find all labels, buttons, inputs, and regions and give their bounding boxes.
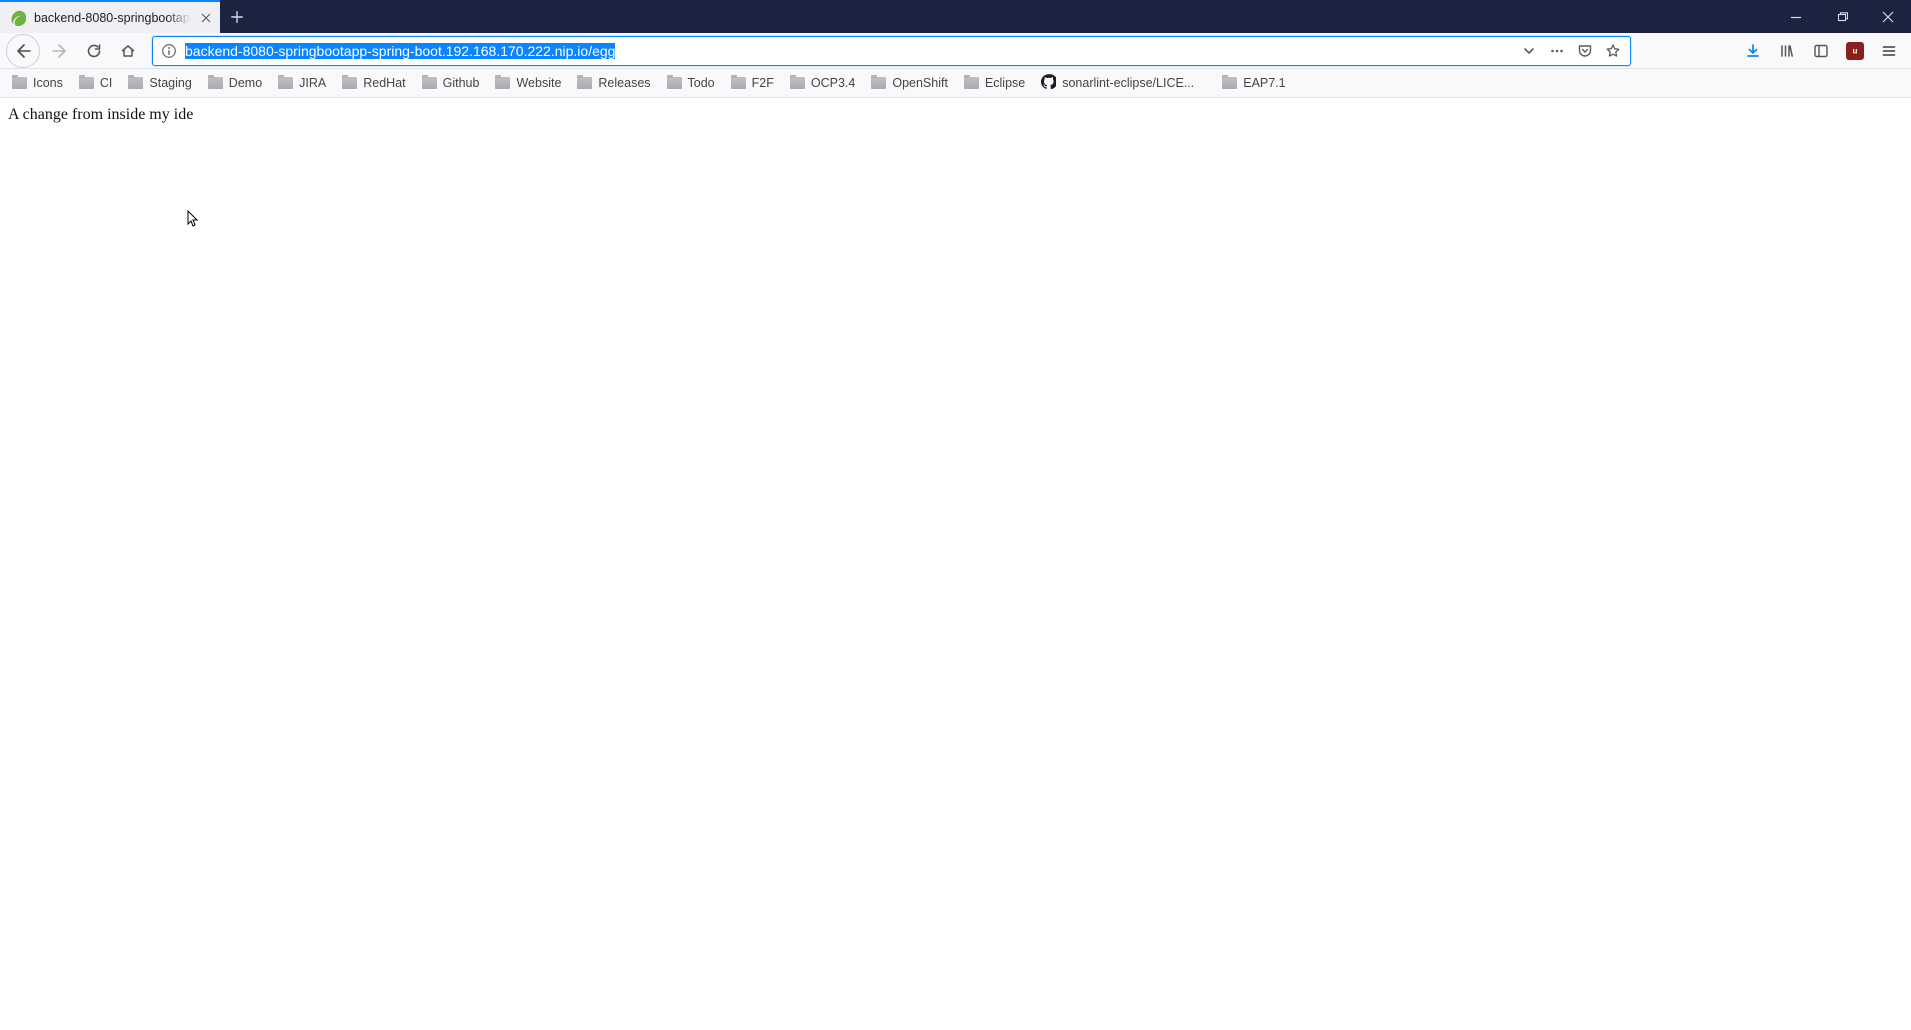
ublock-badge-icon: u xyxy=(1846,42,1864,60)
folder-icon xyxy=(1222,77,1237,89)
folder-icon xyxy=(871,77,886,89)
bookmark-item[interactable]: CI xyxy=(73,73,119,93)
bookmark-label: Demo xyxy=(229,76,262,90)
bookmark-label: OpenShift xyxy=(892,76,948,90)
window-minimize-button[interactable] xyxy=(1773,0,1819,33)
folder-icon xyxy=(577,77,592,89)
toolbar-right: u xyxy=(1737,36,1905,66)
folder-icon xyxy=(790,77,805,89)
bookmark-label: Releases xyxy=(598,76,650,90)
pocket-icon[interactable] xyxy=(1572,39,1598,63)
bookmark-item[interactable]: sonarlint-eclipse/LICE... xyxy=(1035,71,1200,95)
sidebar-button[interactable] xyxy=(1805,36,1837,66)
url-text[interactable]: backend-8080-springbootapp-spring-boot.1… xyxy=(185,43,1516,59)
back-button[interactable] xyxy=(6,34,40,68)
bookmark-label: Eclipse xyxy=(985,76,1025,90)
reload-button[interactable] xyxy=(78,36,110,66)
window-restore-button[interactable] xyxy=(1819,0,1865,33)
titlebar-drag-region[interactable] xyxy=(254,0,1773,33)
folder-icon xyxy=(422,77,437,89)
window-controls xyxy=(1773,0,1911,33)
bookmark-item[interactable]: EAP7.1 xyxy=(1216,73,1291,93)
folder-icon xyxy=(128,77,143,89)
folder-icon xyxy=(278,77,293,89)
ublock-button[interactable]: u xyxy=(1839,36,1871,66)
bookmark-label: F2F xyxy=(752,76,774,90)
home-button[interactable] xyxy=(112,36,144,66)
bookmark-item[interactable]: Eclipse xyxy=(958,73,1031,93)
bookmark-label: JIRA xyxy=(299,76,326,90)
folder-icon xyxy=(79,77,94,89)
titlebar: backend-8080-springbootapp- xyxy=(0,0,1911,33)
page-body-text: A change from inside my ide xyxy=(8,106,193,123)
bookmark-item[interactable]: Staging xyxy=(122,73,197,93)
browser-tab-active[interactable]: backend-8080-springbootapp- xyxy=(0,0,220,33)
bookmark-star-icon[interactable] xyxy=(1600,39,1626,63)
folder-icon xyxy=(495,77,510,89)
github-icon xyxy=(1041,74,1056,92)
url-selected-text: backend-8080-springbootapp-spring-boot.1… xyxy=(185,43,615,59)
folder-icon xyxy=(731,77,746,89)
app-menu-button[interactable] xyxy=(1873,36,1905,66)
urlbar-container: backend-8080-springbootapp-spring-boot.1… xyxy=(152,36,1631,66)
bookmark-label: sonarlint-eclipse/LICE... xyxy=(1062,76,1194,90)
url-bar[interactable]: backend-8080-springbootapp-spring-boot.1… xyxy=(152,36,1631,66)
folder-icon xyxy=(12,77,27,89)
bookmark-label: Staging xyxy=(149,76,191,90)
library-button[interactable] xyxy=(1771,36,1803,66)
svg-text:u: u xyxy=(1853,46,1858,55)
bookmark-label: EAP7.1 xyxy=(1243,76,1285,90)
folder-icon xyxy=(208,77,223,89)
tab-title: backend-8080-springbootapp- xyxy=(34,11,191,25)
downloads-button[interactable] xyxy=(1737,36,1769,66)
tab-close-button[interactable] xyxy=(199,10,214,26)
bookmark-label: Website xyxy=(516,76,561,90)
bookmarks-toolbar: Icons CI Staging Demo JIRA RedHat Github Websit… xyxy=(0,69,1911,98)
bookmark-item[interactable]: JIRA xyxy=(272,73,332,93)
bookmark-item[interactable]: Demo xyxy=(202,73,268,93)
folder-icon xyxy=(342,77,357,89)
spring-leaf-favicon xyxy=(10,10,26,26)
page-actions-icon[interactable] xyxy=(1544,39,1570,63)
forward-button[interactable] xyxy=(44,36,76,66)
site-info-icon[interactable] xyxy=(161,43,177,59)
bookmark-item[interactable]: Github xyxy=(416,73,486,93)
bookmark-label: OCP3.4 xyxy=(811,76,855,90)
urlbar-actions xyxy=(1516,39,1626,63)
folder-icon xyxy=(667,77,682,89)
page-content: A change from inside my ide xyxy=(0,98,1911,132)
window-close-button[interactable] xyxy=(1865,0,1911,33)
bookmark-item[interactable]: OCP3.4 xyxy=(784,73,861,93)
bookmark-item[interactable]: Todo xyxy=(661,73,721,93)
bookmark-label: Github xyxy=(443,76,480,90)
mouse-cursor-icon xyxy=(187,210,199,228)
bookmark-item[interactable]: Website xyxy=(489,73,567,93)
bookmark-item[interactable]: OpenShift xyxy=(865,73,954,93)
bookmark-label: RedHat xyxy=(363,76,405,90)
folder-icon xyxy=(964,77,979,89)
autocomplete-dropdown-icon[interactable] xyxy=(1516,39,1542,63)
bookmark-label: CI xyxy=(100,76,113,90)
nav-toolbar: backend-8080-springbootapp-spring-boot.1… xyxy=(0,33,1911,69)
bookmark-item[interactable]: RedHat xyxy=(336,73,411,93)
bookmark-item[interactable]: F2F xyxy=(725,73,780,93)
bookmark-item[interactable]: Releases xyxy=(571,73,656,93)
bookmark-item[interactable]: Icons xyxy=(6,73,69,93)
bookmark-label: Todo xyxy=(688,76,715,90)
bookmark-label: Icons xyxy=(33,76,63,90)
new-tab-button[interactable] xyxy=(220,0,254,33)
